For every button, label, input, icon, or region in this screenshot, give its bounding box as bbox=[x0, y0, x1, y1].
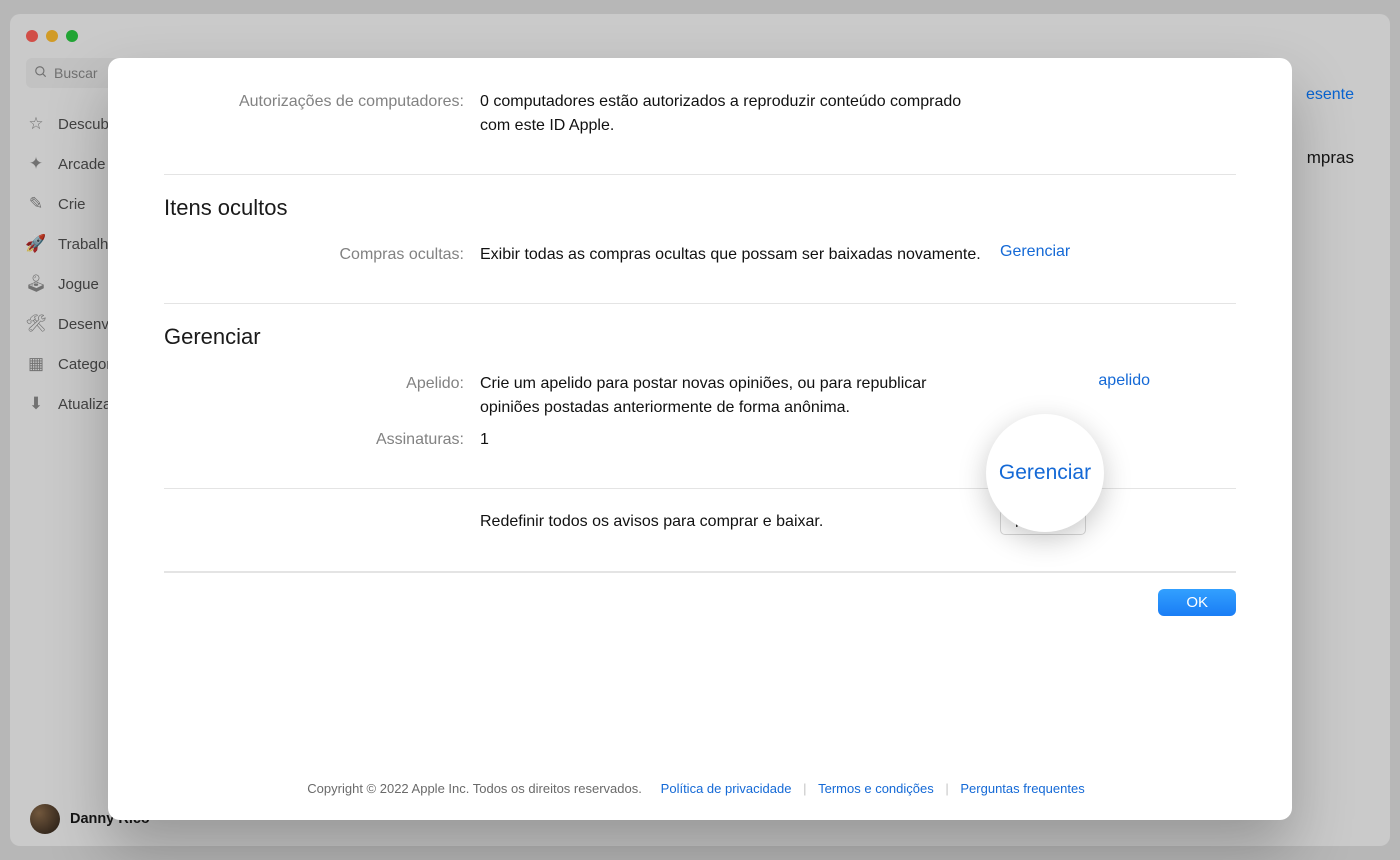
label-computer-authorizations: Autorizações de computadores: bbox=[164, 90, 480, 114]
traffic-lights bbox=[26, 30, 78, 42]
value-subscriptions-count: 1 bbox=[480, 428, 1000, 452]
copyright-text: Copyright © 2022 Apple Inc. Todos os dir… bbox=[307, 781, 642, 796]
titlebar bbox=[10, 14, 1390, 58]
gift-card-link[interactable]: esente bbox=[1306, 86, 1354, 104]
account-settings-modal: Autorizações de computadores: 0 computad… bbox=[108, 58, 1292, 820]
sidebar-item-label: Jogue bbox=[58, 276, 99, 293]
value-reset-warnings: Redefinir todos os avisos para comprar e… bbox=[480, 510, 1000, 534]
hammer-icon: 🛠 bbox=[26, 314, 46, 334]
pencil-icon: ✎ bbox=[26, 194, 46, 214]
section-hidden-items: Itens ocultos Compras ocultas: Exibir to… bbox=[164, 175, 1236, 304]
minimize-icon[interactable] bbox=[46, 30, 58, 42]
sidebar-item-label: Arcade bbox=[58, 156, 106, 173]
label-hidden-purchases: Compras ocultas: bbox=[164, 243, 480, 267]
label-nickname: Apelido: bbox=[164, 372, 480, 396]
dialog-actions: OK bbox=[164, 572, 1236, 624]
value-computer-authorizations: 0 computadores estão autorizados a repro… bbox=[480, 90, 1000, 138]
arcade-icon: ✦ bbox=[26, 154, 46, 174]
faq-link[interactable]: Perguntas frequentes bbox=[960, 781, 1084, 796]
maximize-icon[interactable] bbox=[66, 30, 78, 42]
magnifier-callout: Gerenciar bbox=[986, 414, 1104, 532]
label-subscriptions: Assinaturas: bbox=[164, 428, 480, 452]
download-icon: ⬇ bbox=[26, 394, 46, 414]
purchases-heading: mpras bbox=[1306, 148, 1354, 168]
modal-footer: Copyright © 2022 Apple Inc. Todos os dir… bbox=[164, 751, 1236, 798]
section-title-manage: Gerenciar bbox=[164, 324, 1236, 350]
value-hidden-purchases: Exibir todas as compras ocultas que poss… bbox=[480, 243, 1000, 267]
grid-icon: ▦ bbox=[26, 354, 46, 374]
privacy-policy-link[interactable]: Política de privacidade bbox=[661, 781, 792, 796]
avatar bbox=[30, 804, 60, 834]
section-authorizations: Autorizações de computadores: 0 computad… bbox=[164, 82, 1236, 175]
value-nickname-desc: Crie um apelido para postar novas opiniõ… bbox=[480, 372, 1000, 420]
terms-link[interactable]: Termos e condições bbox=[818, 781, 934, 796]
section-title-hidden-items: Itens ocultos bbox=[164, 195, 1236, 221]
manage-hidden-purchases-link[interactable]: Gerenciar bbox=[1000, 243, 1070, 260]
gamepad-icon: 🕹 bbox=[26, 274, 46, 294]
close-icon[interactable] bbox=[26, 30, 38, 42]
rocket-icon: 🚀 bbox=[26, 234, 46, 254]
create-nickname-link[interactable]: apelido bbox=[1098, 372, 1150, 389]
search-placeholder: Buscar bbox=[54, 65, 98, 81]
star-icon: ☆ bbox=[26, 114, 46, 134]
ok-button[interactable]: OK bbox=[1158, 589, 1236, 616]
sidebar-item-label: Crie bbox=[58, 196, 86, 213]
manage-subscriptions-link[interactable]: Gerenciar bbox=[999, 461, 1091, 485]
search-icon bbox=[34, 65, 48, 82]
